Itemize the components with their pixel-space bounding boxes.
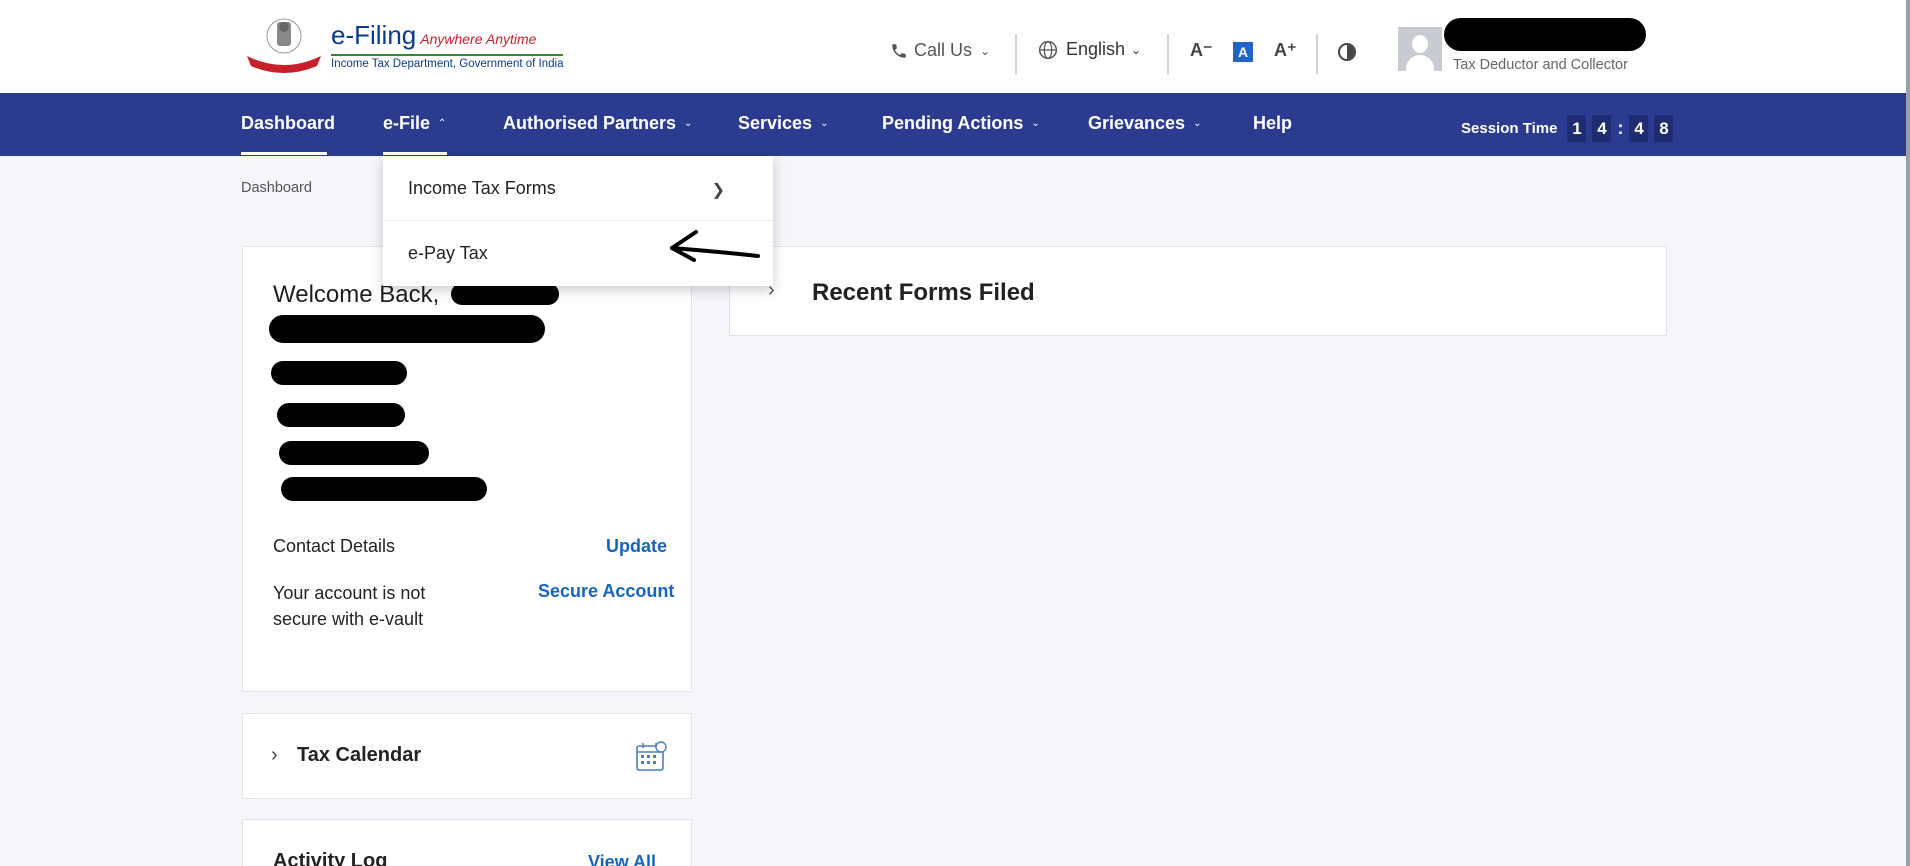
activity-log-title: Activity Log	[273, 850, 388, 866]
redacted-info	[281, 477, 487, 501]
menu-item-income-tax-forms[interactable]: Income Tax Forms ❯	[383, 156, 773, 221]
font-normal-button[interactable]: A	[1233, 42, 1253, 62]
top-header: e-Filing Anywhere Anytime Income Tax Depa…	[0, 0, 1910, 93]
divider	[1015, 34, 1017, 74]
redacted-info	[271, 361, 407, 385]
nav-services[interactable]: Services ⌄	[738, 113, 828, 134]
efiling-logo[interactable]: e-Filing Anywhere Anytime Income Tax Depa…	[243, 16, 564, 76]
session-timer: Session Time 1 4 : 4 8	[1461, 115, 1674, 142]
activity-log-card: Activity Log View All	[242, 819, 692, 866]
main-navbar: Dashboard e-File ⌃ Authorised Partners ⌄ S…	[0, 93, 1910, 156]
call-us-label: Call Us	[914, 40, 973, 60]
evault-status-text: Your account is not secure with e-vault	[273, 583, 426, 629]
nav-open-indicator	[383, 152, 447, 155]
user-name-redacted	[1444, 18, 1646, 51]
session-digit: 1	[1567, 115, 1587, 142]
session-digit: 8	[1654, 115, 1674, 142]
chevron-down-icon: ⌄	[820, 118, 829, 129]
nav-dashboard[interactable]: Dashboard	[241, 113, 335, 134]
emblem-icon	[247, 18, 321, 73]
nav-active-indicator	[241, 152, 327, 155]
font-increase-button[interactable]: A⁺	[1274, 40, 1297, 61]
window-edge	[1906, 0, 1910, 866]
chevron-up-icon: ⌃	[438, 118, 447, 129]
chevron-down-icon: ⌄	[980, 43, 991, 58]
welcome-card: Welcome Back, Contact Details Update You…	[242, 246, 692, 692]
logo-tagline: Anywhere Anytime	[420, 31, 537, 47]
session-digit: 4	[1629, 115, 1649, 142]
redacted-info	[277, 403, 405, 427]
divider	[1167, 34, 1169, 74]
recent-forms-title: Recent Forms Filed	[812, 279, 1035, 306]
session-colon: :	[1617, 118, 1624, 138]
view-all-link[interactable]: View All	[588, 852, 656, 866]
nav-authorised-partners[interactable]: Authorised Partners ⌄	[503, 113, 692, 134]
tax-calendar-card[interactable]: › Tax Calendar	[242, 713, 692, 799]
chevron-down-icon: ⌄	[1193, 118, 1202, 129]
menu-item-label: e-Pay Tax	[408, 243, 488, 263]
phone-icon	[892, 43, 906, 58]
contact-details-label: Contact Details	[273, 536, 396, 556]
avatar[interactable]	[1398, 27, 1442, 71]
tax-calendar-title: Tax Calendar	[297, 744, 422, 766]
chevron-down-icon: ⌄	[1131, 42, 1142, 57]
divider	[1316, 34, 1318, 74]
redacted-info	[269, 315, 545, 343]
nav-pending-actions[interactable]: Pending Actions ⌄	[882, 113, 1040, 134]
contrast-toggle-icon[interactable]	[1338, 43, 1356, 61]
session-digit: 4	[1592, 115, 1612, 142]
font-decrease-button[interactable]: A⁻	[1190, 40, 1213, 61]
language-label: English	[1066, 39, 1126, 59]
nav-grievances[interactable]: Grievances ⌄	[1088, 113, 1201, 134]
redacted-name	[451, 283, 559, 305]
breadcrumb[interactable]: Dashboard	[241, 180, 312, 196]
chevron-down-icon: ⌄	[1031, 118, 1040, 129]
session-label: Session Time	[1461, 120, 1558, 137]
logo-subtitle: Income Tax Department, Government of Ind…	[331, 54, 564, 70]
arrow-annotation-icon	[670, 230, 760, 262]
efile-dropdown-menu: Income Tax Forms ❯ e-Pay Tax	[383, 156, 773, 286]
redacted-info	[279, 441, 429, 465]
chevron-down-icon: ⌄	[684, 118, 693, 129]
calendar-icon	[636, 741, 667, 771]
secure-account-link[interactable]: Secure Account	[538, 581, 674, 602]
call-us-menu[interactable]: Call Us ⌄	[890, 40, 990, 61]
language-selector[interactable]: English ⌄	[1038, 39, 1141, 60]
globe-icon	[1038, 40, 1058, 59]
menu-item-label: Income Tax Forms	[408, 177, 556, 198]
recent-forms-card[interactable]: › Recent Forms Filed	[729, 246, 1667, 336]
user-role: Tax Deductor and Collector	[1453, 57, 1628, 73]
chevron-right-icon: ❯	[711, 182, 725, 199]
nav-help[interactable]: Help	[1253, 113, 1292, 134]
update-link[interactable]: Update	[606, 536, 667, 557]
logo-title: e-Filing Anywhere Anytime	[331, 20, 537, 50]
nav-efile[interactable]: e-File ⌃	[383, 113, 446, 134]
chevron-right-icon: ›	[271, 744, 278, 766]
